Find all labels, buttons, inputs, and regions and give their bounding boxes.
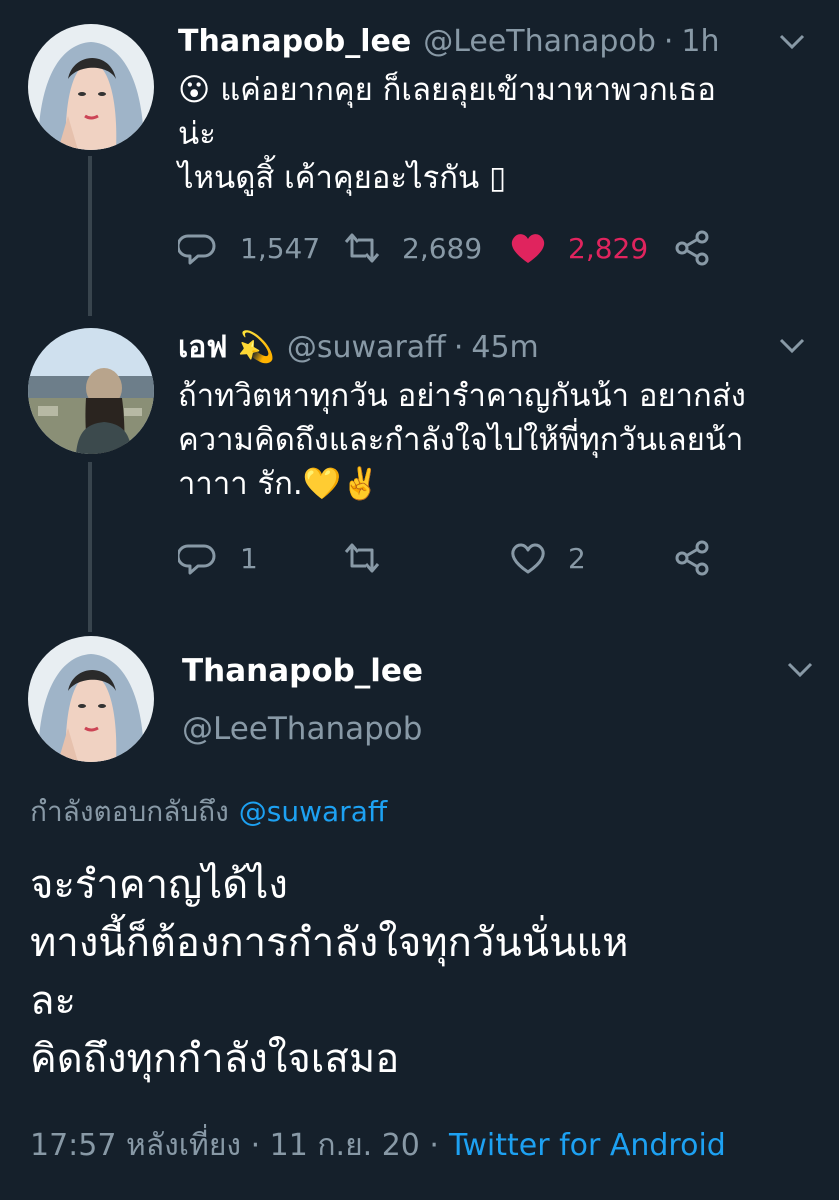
share-button[interactable]	[672, 538, 712, 578]
emoji: 😮	[178, 72, 211, 108]
thread-line-2	[88, 462, 92, 632]
reply-count: 1,547	[240, 231, 321, 265]
retweet-icon	[344, 543, 380, 573]
separator: ·	[453, 329, 464, 365]
share-icon	[675, 540, 709, 576]
name-emoji: 💫	[237, 329, 275, 365]
retweet-button[interactable]: 2,689	[340, 228, 482, 268]
chevron-down-icon[interactable]	[778, 32, 806, 52]
like-button[interactable]: 2	[508, 538, 586, 578]
like-button[interactable]: 2,829	[508, 228, 648, 268]
handle[interactable]: @LeeThanapob	[182, 708, 422, 750]
reply-count: 1	[240, 541, 258, 575]
avatar-thanapob[interactable]	[28, 24, 154, 150]
time[interactable]: 1h	[681, 24, 719, 59]
retweet-icon	[344, 233, 380, 263]
tweet-actions: 1,547 2,689 2,829	[178, 228, 738, 278]
reply-button[interactable]: 1,547	[178, 228, 320, 268]
tweet-text: ถ้าทวิตหาทุกวัน อย่ารำคาญกันน้า อยากส่ง …	[178, 378, 746, 502]
timestamp-row: 17:57 หลังเที่ยง · 11 ก.ย. 20 · Twitter …	[30, 1124, 726, 1168]
replying-label: กำลังตอบกลับถึง	[30, 795, 229, 828]
reply-icon	[178, 544, 216, 575]
tweet-actions: 1 2	[178, 538, 738, 588]
retweet-button[interactable]	[340, 538, 402, 578]
source-link[interactable]: Twitter for Android	[449, 1124, 726, 1168]
handle[interactable]: @suwaraff	[287, 330, 446, 365]
display-name[interactable]: Thanapob_lee	[182, 650, 423, 692]
handle[interactable]: @LeeThanapob	[423, 24, 656, 59]
heart-outline-icon	[511, 543, 545, 574]
time[interactable]: 45m	[471, 330, 538, 365]
heart-filled-icon	[511, 234, 545, 263]
reply-icon	[178, 234, 216, 265]
tweet-text: 😮 แค่อยากคุย ก็เลยลุยเข้ามาหาพวกเธอ น่ะ …	[178, 72, 716, 196]
avatar-suwaraff[interactable]	[28, 328, 154, 454]
display-name[interactable]: Thanapob_lee	[178, 24, 411, 59]
timestamp: 17:57 หลังเที่ยง · 11 ก.ย. 20 ·	[30, 1128, 439, 1163]
avatar-thanapob[interactable]	[28, 636, 154, 762]
replying-to: กำลังตอบกลับถึง @suwaraff	[30, 792, 387, 832]
replying-to-link[interactable]: @suwaraff	[239, 792, 387, 832]
share-button[interactable]	[672, 228, 712, 268]
reply-button[interactable]: 1	[178, 538, 258, 578]
separator: ·	[663, 23, 674, 59]
chevron-down-icon[interactable]	[778, 336, 806, 356]
chevron-down-icon[interactable]	[786, 660, 814, 680]
share-icon	[675, 230, 709, 266]
like-count: 2	[568, 541, 586, 575]
display-name[interactable]: เอฟ	[178, 324, 228, 371]
like-count: 2,829	[568, 231, 649, 265]
retweet-count: 2,689	[402, 231, 483, 265]
thread-line-1	[88, 156, 92, 316]
main-tweet-text: จะรำคาญได้ไง ทางนี้ก็ต้องการกำลังใจทุกวั…	[30, 862, 629, 1082]
